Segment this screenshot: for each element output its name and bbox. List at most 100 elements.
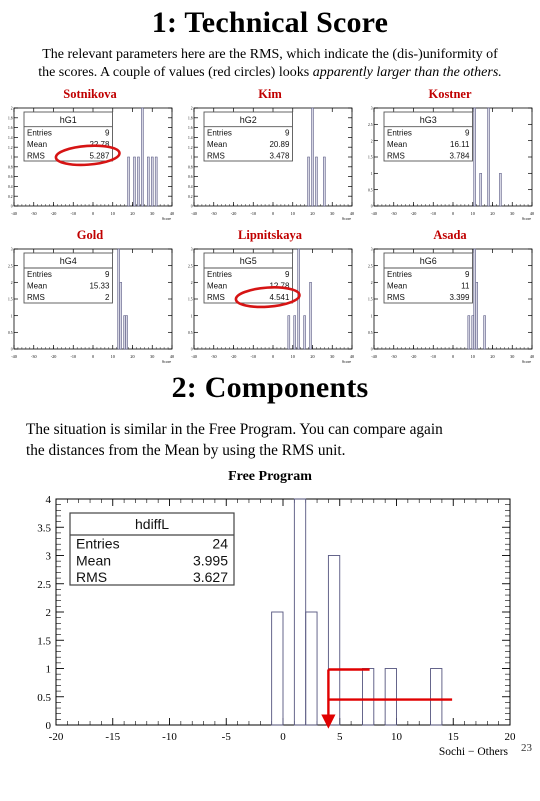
- x-tick-label: 10: [471, 211, 475, 216]
- skater-name-sotnikova: Sotnikova: [63, 86, 117, 101]
- x-tick-label: -40: [11, 354, 17, 359]
- x-axis-title: Sochi − Others: [439, 746, 509, 757]
- histogram-panel-hG2[interactable]: -40 -30 -20 -10 0 10 20 30 40 0 0.2 0.4 0.6 0.8 1 1.2 1.…: [180, 102, 360, 222]
- histogram-bar: [133, 156, 136, 207]
- histogram-bar: [471, 315, 475, 350]
- x-axis-title: Score: [522, 359, 531, 364]
- stats-value-mean: 3.995: [193, 553, 228, 569]
- y-tick-label: 0.2: [8, 195, 13, 199]
- stats-box-title: hG2: [240, 115, 257, 125]
- stats-box-title: hG1: [60, 115, 77, 125]
- x-tick-label: -40: [371, 354, 377, 359]
- x-tick-label: 10: [291, 354, 295, 359]
- y-tick-label: 2.5: [188, 264, 193, 268]
- y-tick-label: 4: [46, 494, 52, 506]
- y-tick-label: 0.5: [188, 331, 193, 335]
- free-program-histogram-panel[interactable]: -20 -15 -10 -5 0 5 10 15 20 0 0.5 1 1.5 2 2.5 3 3.5 4 Soch…: [0, 485, 540, 758]
- section-2-paragraph-line1: The situation is similar in the Free Pro…: [26, 420, 443, 438]
- x-tick-label: 0: [452, 354, 454, 359]
- stats-label-rms: RMS: [387, 293, 405, 302]
- y-tick-label: 0.5: [368, 331, 373, 335]
- stats-label-mean: Mean: [27, 140, 47, 149]
- histogram-bar: [499, 172, 502, 207]
- histogram-panel-hG5[interactable]: -40 -30 -20 -10 0 10 20 30 40 0 0.5 1 1.5 2 2.5 3 Score h…: [180, 243, 360, 365]
- histogram-panel-hG4[interactable]: -40 -30 -20 -10 0 10 20 30 40 0 0.5 1 1.5 2 2.5 3 Score h…: [0, 243, 180, 365]
- section-2-paragraph-line2: the distances from the Mean by using the…: [26, 442, 346, 460]
- x-tick-label: 20: [490, 211, 494, 216]
- stats-value-mean: 11: [461, 281, 470, 290]
- x-tick-label: -15: [105, 731, 120, 743]
- x-axis-title: Score: [342, 216, 351, 221]
- histogram-bar: [150, 156, 154, 207]
- stats-label-entries: Entries: [387, 270, 412, 279]
- section-1-paragraph-line1: The relevant parameters here are the RMS…: [42, 47, 498, 62]
- x-tick-label: -10: [250, 211, 256, 216]
- stats-box-title: hG5: [240, 256, 257, 266]
- histogram-panel-hG3[interactable]: -40 -30 -20 -10 0 10 20 30 40 0 0.5 1 1.5 2 2.5 3 Score h…: [360, 102, 540, 222]
- histogram-bar: [117, 248, 120, 350]
- x-tick-label: -40: [371, 211, 377, 216]
- x-tick-label: -40: [11, 211, 17, 216]
- x-tick-label: -10: [430, 354, 436, 359]
- stats-value-rms: 5.287: [89, 151, 110, 160]
- y-tick-label: 1: [46, 664, 52, 676]
- histogram-bar: [137, 156, 140, 207]
- histogram-bar: [473, 248, 476, 350]
- y-tick-label: 3: [371, 248, 373, 252]
- histogram-row-1: -40 -30 -20 -10 0 10 20 30 40 0 0.2 0.4 0.6 0.8 1 1.2 1.…: [0, 102, 540, 222]
- stats-box-title: hG4: [60, 256, 77, 266]
- y-tick-label: 2: [191, 281, 193, 285]
- x-tick-label: 20: [130, 354, 134, 359]
- stats-box: hG3 Entries 9 Mean 16.11 RMS 3.784: [383, 111, 473, 162]
- histogram-bar: [307, 156, 310, 207]
- y-tick-label: 1: [11, 156, 13, 160]
- stats-box: hG6 Entries 9 Mean 11 RMS 3.399: [383, 252, 473, 304]
- skater-name-kostner: Kostner: [428, 86, 472, 101]
- y-tick-label: 3: [191, 248, 193, 252]
- y-tick-label: 1.5: [188, 298, 193, 302]
- histogram-bar: [127, 156, 130, 207]
- histogram-bar: [293, 315, 296, 350]
- stats-value-entries: 9: [465, 270, 470, 279]
- skater-name-asada: Asada: [433, 227, 467, 242]
- histogram-bar: [287, 315, 291, 350]
- skater-name-kim: Kim: [258, 86, 282, 101]
- y-tick-label: 1.5: [368, 156, 373, 160]
- histogram-bar: [311, 107, 314, 207]
- histogram-panel-hG6[interactable]: -40 -30 -20 -10 0 10 20 30 40 0 0.5 1 1.5 2 2.5 3 Score h…: [360, 243, 540, 365]
- y-tick-label: 1.5: [8, 298, 13, 302]
- y-tick-label: 0.4: [8, 185, 13, 189]
- stats-box: hG5Entries 9Mean 12.78RMS 4.541: [203, 252, 293, 304]
- stats-value-mean: 20.89: [269, 140, 290, 149]
- y-tick-label: 2: [371, 281, 373, 285]
- x-tick-label: 5: [337, 731, 343, 743]
- histogram-bar: [141, 107, 144, 207]
- x-tick-label: -5: [222, 731, 232, 743]
- x-tick-label: -30: [31, 211, 37, 216]
- histogram-bar: [125, 315, 128, 350]
- x-tick-label: -10: [70, 354, 76, 359]
- stats-value-entries: 9: [285, 128, 290, 137]
- stats-label-mean: Mean: [207, 281, 227, 290]
- y-tick-label: 0: [371, 348, 373, 352]
- stats-value-entries: 9: [105, 128, 110, 137]
- stats-value-rms: 4.541: [269, 293, 290, 302]
- y-tick-label: 2: [11, 107, 13, 111]
- stats-value-rms: 3.399: [449, 293, 470, 302]
- x-tick-label: 30: [150, 354, 154, 359]
- y-tick-label: 0: [11, 205, 13, 209]
- stats-value-entries: 9: [465, 128, 470, 137]
- stats-box-title: hG3: [420, 115, 437, 125]
- stats-label-mean: Mean: [387, 140, 407, 149]
- y-tick-label: 1.6: [8, 126, 13, 130]
- x-tick-label: 10: [111, 211, 115, 216]
- stats-label-rms: RMS: [207, 151, 225, 160]
- x-tick-label: -40: [191, 354, 197, 359]
- y-tick-label: 3: [371, 107, 373, 111]
- x-tick-label: -30: [391, 211, 397, 216]
- stats-label-entries: Entries: [207, 270, 232, 279]
- x-tick-label: 15: [448, 731, 460, 743]
- histogram-panel-hG1[interactable]: -40 -30 -20 -10 0 10 20 30 40 0 0.2 0.4 0.6 0.8 1 1.2 1.…: [0, 102, 180, 222]
- histogram-bar: [483, 315, 486, 350]
- y-tick-label: 1: [371, 314, 373, 318]
